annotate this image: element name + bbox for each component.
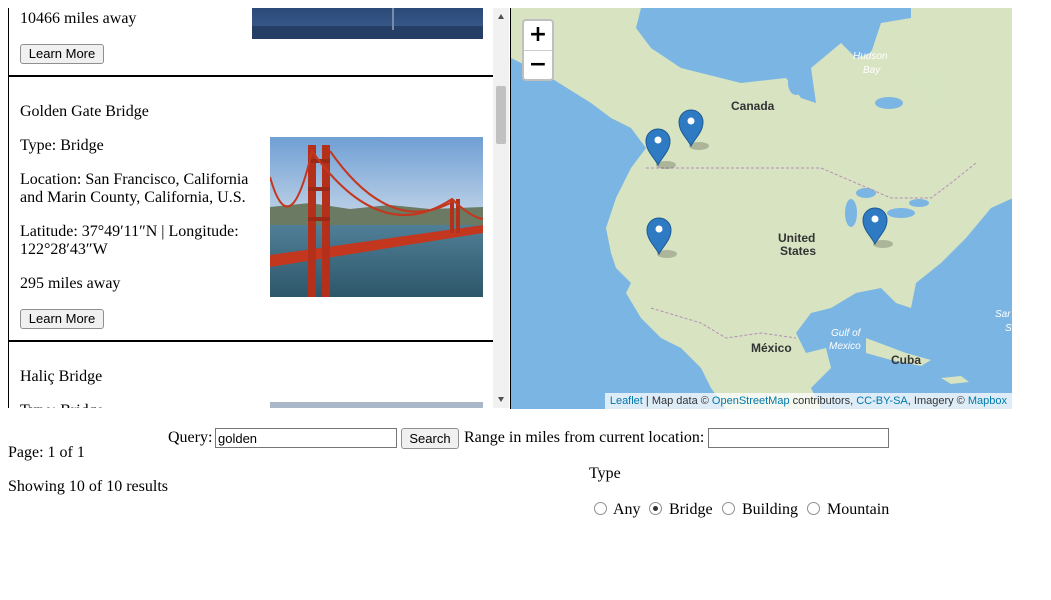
result-card: Golden Gate Bridge Type: Bridge Location… bbox=[9, 77, 494, 340]
type-label-any: Any bbox=[613, 501, 641, 518]
query-input[interactable] bbox=[215, 428, 397, 448]
result-location-2: and Marin County, California, U.S. bbox=[20, 189, 246, 206]
zoom-in-button[interactable]: + bbox=[524, 21, 552, 51]
result-card: Haliç Bridge Type: Bridge bbox=[9, 342, 494, 408]
map-view[interactable]: Canada Hudson Bay United States México G… bbox=[510, 8, 1012, 409]
map-label-mexico: México bbox=[751, 341, 792, 355]
scroll-up-arrow-icon[interactable] bbox=[493, 8, 509, 25]
results-count: Showing 10 of 10 results bbox=[8, 478, 168, 495]
map-label-canada: Canada bbox=[731, 99, 775, 113]
result-type: Type: Bridge bbox=[20, 137, 104, 154]
leaflet-link[interactable]: Leaflet bbox=[610, 395, 643, 407]
page-indicator: Page: 1 of 1 bbox=[8, 444, 85, 461]
result-coords-1: Latitude: 37°49′11″N | Longitude: bbox=[20, 223, 239, 240]
result-title: Golden Gate Bridge bbox=[20, 103, 149, 120]
type-radio-bridge[interactable] bbox=[649, 502, 662, 515]
result-type: Type: Bridge bbox=[20, 402, 104, 408]
map-label-gulf-1: Gulf of bbox=[831, 328, 861, 339]
map-label-united-states-2: States bbox=[780, 244, 817, 258]
map-label-hudson-bay-2: Bay bbox=[863, 65, 881, 76]
openstreetmap-link[interactable]: OpenStreetMap bbox=[712, 395, 790, 407]
attribution-text: , Imagery © bbox=[907, 395, 968, 407]
map-label-cuba: Cuba bbox=[891, 353, 921, 367]
type-heading: Type bbox=[589, 465, 621, 482]
map-attribution: Leaflet | Map data © OpenStreetMap contr… bbox=[604, 393, 1012, 409]
result-coords-2: 122°28′43″W bbox=[20, 241, 108, 258]
attribution-text: contributors, bbox=[789, 395, 857, 407]
type-radio-any[interactable] bbox=[594, 502, 607, 515]
learn-more-button[interactable]: Learn More bbox=[20, 309, 104, 329]
cc-by-sa-link[interactable]: CC-BY-SA bbox=[856, 395, 908, 407]
mapbox-link[interactable]: Mapbox bbox=[968, 395, 1007, 407]
results-scrollbar[interactable] bbox=[493, 8, 509, 408]
results-list[interactable]: 10466 miles away Learn More Golden Gate … bbox=[8, 8, 510, 408]
scrollbar-thumb[interactable] bbox=[496, 86, 506, 144]
range-label: Range in miles from current location: bbox=[464, 429, 705, 446]
result-distance: 10466 miles away bbox=[20, 10, 137, 27]
golden-gate-photo bbox=[270, 137, 483, 297]
map-label-sargasso-2: S bbox=[1005, 323, 1012, 334]
map-label-gulf-2: Mexico bbox=[829, 341, 861, 352]
type-label-bridge: Bridge bbox=[669, 501, 713, 518]
result-photo bbox=[270, 402, 483, 408]
map-label-united-states-1: United bbox=[778, 231, 816, 245]
zoom-out-button[interactable]: − bbox=[524, 51, 552, 80]
type-label-mountain: Mountain bbox=[827, 501, 890, 518]
range-input[interactable] bbox=[708, 428, 889, 448]
scroll-down-arrow-icon[interactable] bbox=[493, 391, 509, 408]
search-button[interactable]: Search bbox=[401, 428, 459, 449]
type-radio-building[interactable] bbox=[722, 502, 735, 515]
map-label-sargasso-1: Sar bbox=[995, 309, 1011, 320]
result-distance: 295 miles away bbox=[20, 275, 121, 292]
result-photo bbox=[252, 8, 483, 39]
zoom-control: + − bbox=[522, 19, 554, 81]
type-radio-mountain[interactable] bbox=[807, 502, 820, 515]
result-title: Haliç Bridge bbox=[20, 368, 103, 385]
map-label-hudson-bay-1: Hudson bbox=[853, 51, 888, 62]
attribution-text: | Map data © bbox=[642, 395, 712, 407]
query-label: Query: bbox=[168, 429, 213, 446]
type-label-building: Building bbox=[742, 501, 799, 518]
learn-more-button[interactable]: Learn More bbox=[20, 44, 104, 64]
result-card: 10466 miles away Learn More bbox=[9, 8, 494, 75]
result-location-1: Location: San Francisco, California bbox=[20, 171, 249, 188]
